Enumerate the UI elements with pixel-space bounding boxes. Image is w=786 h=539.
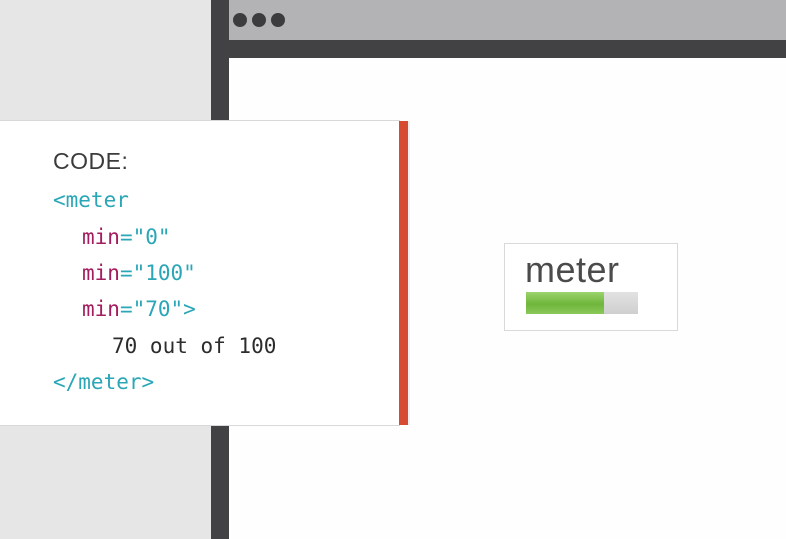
code-line-close-tag: </meter> <box>53 369 154 395</box>
meter-bar-fill <box>526 292 605 314</box>
code-attribute-value: "0" <box>132 225 171 249</box>
window-dot-icon[interactable] <box>233 13 247 27</box>
code-attribute-name: min <box>82 297 120 321</box>
meter-bar-track <box>526 292 638 314</box>
meter-preview-label: meter <box>525 249 620 290</box>
code-line-attribute: min="70"> <box>82 296 196 322</box>
browser-titlebar <box>229 0 786 40</box>
code-inner-text: 70 out of 100 <box>112 334 277 358</box>
code-attribute-equals: = <box>119 297 133 321</box>
code-attribute-name: min <box>82 261 120 285</box>
window-dot-icon[interactable] <box>252 13 266 27</box>
code-line-attribute: min="0" <box>82 224 171 250</box>
code-attribute-name: min <box>82 225 120 249</box>
code-card-accent-edge <box>408 121 410 425</box>
code-heading: CODE: <box>53 148 129 174</box>
code-close-tag: </meter> <box>53 370 155 394</box>
code-open-tag: <meter <box>53 188 129 212</box>
code-line-attribute: min="100" <box>82 260 196 286</box>
code-line-open-tag: <meter <box>53 187 129 213</box>
code-attribute-value: "70" <box>132 297 184 321</box>
code-attribute-value: "100" <box>132 261 196 285</box>
code-card-accent-bar <box>399 121 408 425</box>
code-attribute-equals: = <box>119 225 133 249</box>
code-line-inner-text: 70 out of 100 <box>112 333 276 359</box>
code-attribute-suffix: > <box>183 297 196 321</box>
window-dot-icon[interactable] <box>271 13 285 27</box>
code-attribute-equals: = <box>119 261 133 285</box>
